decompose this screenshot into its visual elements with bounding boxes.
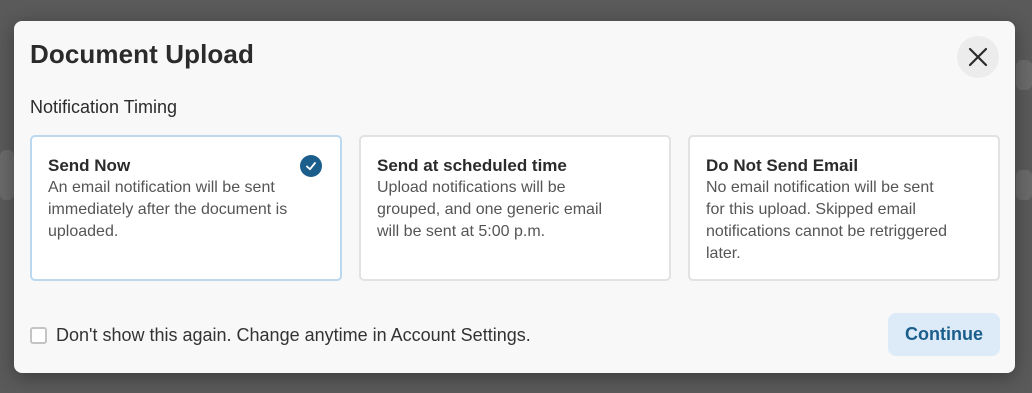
backdrop-element [1016, 60, 1032, 90]
continue-button[interactable]: Continue [888, 313, 1000, 356]
option-description: An email notification will be sent immed… [48, 179, 288, 240]
dialog-title: Document Upload [30, 39, 254, 69]
option-description: No email notification will be sent for t… [706, 179, 948, 262]
option-do-not-send[interactable]: Do Not Send Email No email notification … [688, 135, 1000, 281]
dont-show-again-checkbox[interactable] [30, 327, 47, 344]
close-icon [968, 47, 988, 67]
backdrop-element [0, 150, 14, 200]
option-description: Upload notifications will be grouped, an… [377, 179, 603, 240]
option-send-scheduled[interactable]: Send at scheduled time Upload notificati… [359, 135, 671, 281]
backdrop-element [1016, 170, 1032, 200]
notification-timing-label: Notification Timing [30, 97, 178, 117]
notification-timing-options: Send Now An email notification will be s… [30, 135, 1000, 281]
option-title: Do Not Send Email [706, 156, 859, 175]
close-button[interactable] [957, 36, 999, 78]
check-circle-icon [299, 154, 323, 178]
option-send-now[interactable]: Send Now An email notification will be s… [30, 135, 342, 281]
option-title: Send Now [48, 156, 131, 175]
dont-show-again-toggle[interactable]: Don't show this again. Change anytime in… [30, 325, 531, 346]
option-title: Send at scheduled time [377, 156, 567, 175]
dont-show-again-label: Don't show this again. Change anytime in… [56, 325, 531, 345]
document-upload-dialog: Document Upload Notification Timing Send… [14, 21, 1015, 373]
